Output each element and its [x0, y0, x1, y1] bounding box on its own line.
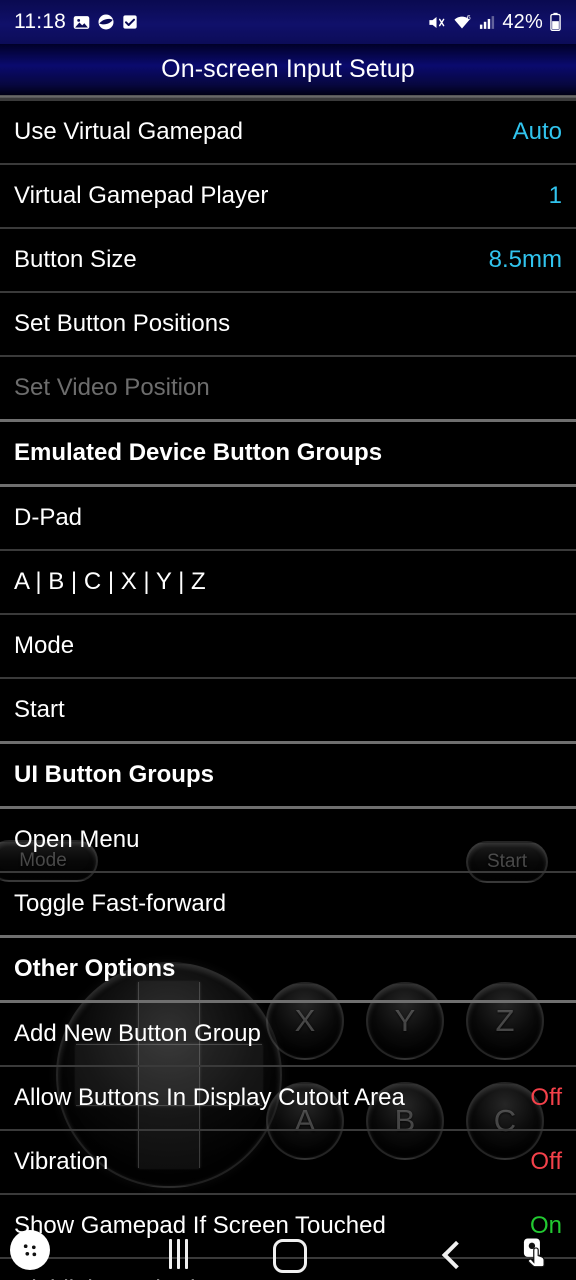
settings-row[interactable]: Use Virtual Gamepad Auto — [0, 101, 576, 163]
settings-row[interactable]: Vibration Off — [0, 1131, 576, 1193]
settings-row-label: Allow Buttons In Display Cutout Area — [14, 1084, 405, 1111]
row-separator — [0, 1000, 576, 1003]
settings-row-label: A | B | C | X | Y | Z — [14, 568, 206, 595]
settings-row[interactable]: Set Button Positions — [0, 293, 576, 355]
settings-row-label: Set Button Positions — [14, 310, 231, 337]
settings-row-value: Off — [530, 1148, 562, 1175]
status-clock: 11:18 — [14, 10, 66, 33]
samsung-internet-icon — [97, 13, 115, 31]
settings-row[interactable]: Start — [0, 679, 576, 741]
battery-icon — [549, 12, 562, 32]
settings-row: Set Video Position — [0, 357, 576, 419]
settings-row-label: Set Video Position — [14, 374, 210, 401]
recents-icon[interactable] — [152, 1234, 204, 1274]
status-bar-right: 6 42% — [427, 11, 562, 34]
section-header: UI Button Groups — [0, 744, 576, 806]
gamepad-fab-icon[interactable] — [10, 1230, 50, 1270]
settings-row-value: 8.5mm — [488, 246, 562, 273]
settings-row[interactable]: A | B | C | X | Y | Z — [0, 551, 576, 613]
settings-row-label: Open Menu — [14, 826, 140, 853]
row-separator — [0, 355, 576, 357]
status-bar: 11:18 6 42% — [0, 0, 576, 44]
settings-row[interactable]: Virtual Gamepad Player 1 — [0, 165, 576, 227]
settings-row[interactable]: D-Pad — [0, 487, 576, 549]
row-separator — [0, 677, 576, 679]
checkbox-icon — [122, 14, 138, 30]
settings-row-label: Button Size — [14, 246, 137, 273]
row-separator — [0, 163, 576, 165]
row-separator — [0, 613, 576, 615]
phone-screen: 11:18 6 42% On-screen Input Setup X Y Z … — [0, 0, 576, 1280]
row-separator — [0, 549, 576, 551]
row-separator — [0, 871, 576, 873]
section-header-label: UI Button Groups — [14, 761, 214, 788]
row-separator — [0, 1193, 576, 1195]
svg-text:6: 6 — [467, 14, 471, 22]
section-header-label: Other Options — [14, 955, 176, 982]
settings-row[interactable]: Mode — [0, 615, 576, 677]
row-separator — [0, 227, 576, 229]
settings-row-label: Mode — [14, 632, 75, 659]
mute-icon — [427, 13, 446, 32]
wifi-6-icon: 6 — [452, 13, 472, 32]
settings-row[interactable]: Toggle Fast-forward — [0, 873, 576, 935]
touch-input-icon[interactable] — [516, 1232, 554, 1272]
row-separator — [0, 291, 576, 293]
settings-row[interactable]: Open Menu — [0, 809, 576, 871]
settings-row-label: Toggle Fast-forward — [14, 890, 227, 917]
battery-percent: 42% — [502, 10, 543, 33]
section-header-label: Emulated Device Button Groups — [14, 439, 383, 466]
settings-row[interactable]: Allow Buttons In Display Cutout Area Off — [0, 1067, 576, 1129]
settings-row-label: Use Virtual Gamepad — [14, 118, 244, 145]
settings-row-label: D-Pad — [14, 504, 83, 531]
settings-row-label: Add New Button Group — [14, 1020, 261, 1047]
settings-list: Use Virtual Gamepad Auto Virtual Gamepad P… — [0, 99, 576, 1280]
navigation-bar — [0, 1226, 576, 1280]
home-icon[interactable] — [268, 1236, 312, 1276]
settings-row-label: Virtual Gamepad Player — [14, 182, 269, 209]
section-header: Other Options — [0, 938, 576, 1000]
status-bar-left: 11:18 — [14, 10, 138, 34]
row-separator — [0, 1065, 576, 1067]
settings-row[interactable]: Add New Button Group — [0, 1003, 576, 1065]
settings-row-value: Off — [530, 1084, 562, 1111]
photos-icon — [73, 14, 90, 31]
page-title: On-screen Input Setup — [161, 55, 415, 83]
section-header: Emulated Device Button Groups — [0, 422, 576, 484]
cellular-signal-icon — [478, 14, 496, 31]
settings-row-value: Auto — [512, 118, 562, 145]
row-separator — [0, 484, 576, 487]
settings-row[interactable]: Button Size 8.5mm — [0, 229, 576, 291]
row-separator — [0, 806, 576, 809]
back-icon[interactable] — [428, 1235, 478, 1275]
row-separator — [0, 99, 576, 101]
title-bar: On-screen Input Setup — [0, 44, 576, 95]
row-separator — [0, 1129, 576, 1131]
settings-row-label: Start — [14, 696, 65, 723]
settings-row-value: 1 — [548, 182, 562, 209]
title-divider — [0, 95, 576, 99]
settings-row-label: Vibration — [14, 1148, 109, 1175]
